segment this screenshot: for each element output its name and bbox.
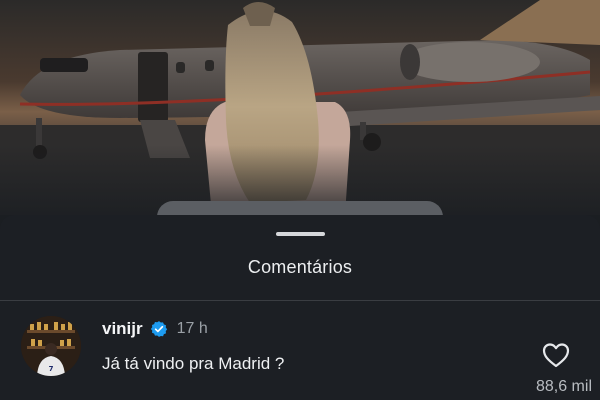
comment-item: 7 vinijr 17 h Já tá vindo pra Madrid ? 8… (0, 301, 600, 400)
sheet-drag-handle[interactable] (276, 232, 325, 236)
avatar[interactable]: 7 (21, 316, 81, 376)
comment-timestamp: 17 h (176, 320, 208, 337)
sheet-title: Comentários (247, 257, 353, 277)
comment-header: vinijr 17 h (102, 317, 208, 341)
heart-outline-icon (542, 343, 570, 368)
comments-sheet: Comentários 7 vinijr 17 h Já tá vindo pr… (0, 215, 600, 400)
like-button[interactable] (541, 341, 571, 369)
background-reel-image (0, 0, 600, 215)
username[interactable]: vinijr (102, 319, 143, 339)
like-count: 88,6 mil (535, 378, 592, 395)
verified-badge-icon (150, 320, 168, 338)
comment-text: Já tá vindo pra Madrid ? (102, 354, 285, 373)
svg-text:7: 7 (49, 365, 54, 373)
